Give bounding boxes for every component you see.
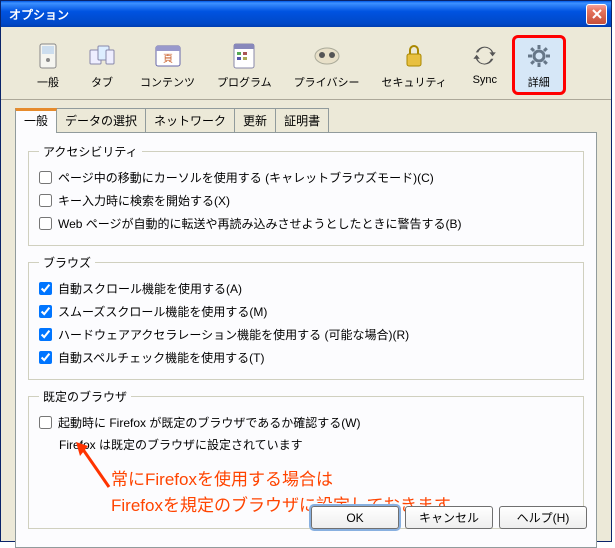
check-label[interactable]: ハードウェアアクセラレーション機能を使用する (可能な場合)(R) [58,326,409,343]
toolbar-label: タブ [91,74,113,90]
titlebar: オプション [1,1,611,27]
toolbar-label: セキュリティ [381,74,446,90]
content-icon: 頁 [152,40,184,72]
cancel-button[interactable]: キャンセル [405,506,493,529]
group-accessibility: アクセシビリティ ページ中の移動にカーソルを使用する (キャレットブラウズモード… [28,143,584,246]
check-smoothscroll[interactable] [39,305,52,318]
check-spellcheck[interactable] [39,351,52,364]
tab-certificates[interactable]: 証明書 [275,108,329,132]
ok-button[interactable]: OK [311,506,399,529]
group-browse: ブラウズ 自動スクロール機能を使用する(A) スムーズスクロール機能を使用する(… [28,254,584,380]
tab-data-choice[interactable]: データの選択 [56,108,146,132]
check-label[interactable]: キー入力時に検索を開始する(X) [58,192,230,209]
help-button[interactable]: ヘルプ(H) [499,506,587,529]
toolbar-label: 一般 [37,74,59,90]
gear-icon [523,40,555,72]
category-toolbar: 一般 タブ 頁 コンテンツ プログラム プライバシー セキュリティ Sync 詳 [1,27,611,100]
tabs-icon [86,40,118,72]
check-type-search[interactable] [39,194,52,207]
check-caret-browse[interactable] [39,171,52,184]
toolbar-tabs[interactable]: タブ [75,35,129,95]
check-label[interactable]: スムーズスクロール機能を使用する(M) [58,303,267,320]
toolbar-label: コンテンツ [140,74,195,90]
check-label[interactable]: 起動時に Firefox が既定のブラウザであるか確認する(W) [58,414,361,431]
check-label[interactable]: Web ページが自動的に転送や再読み込みさせようとしたときに警告する(B) [58,215,462,232]
programs-icon [228,40,260,72]
options-window: オプション 一般 タブ 頁 コンテンツ プログラム プライバシー セキュリティ [0,0,612,542]
default-browser-status: Firefox は既定のブラウザに設定されています [59,434,573,455]
arrow-icon [74,442,114,492]
subtabs: 一般 データの選択 ネットワーク 更新 証明書 [1,100,611,132]
toolbar-label: Sync [473,74,497,86]
dialog-buttons: OK キャンセル ヘルプ(H) [311,506,587,529]
group-legend: ブラウズ [39,254,95,271]
check-autoscroll[interactable] [39,282,52,295]
check-hwaccel[interactable] [39,328,52,341]
window-title: オプション [9,6,586,23]
toolbar-advanced[interactable]: 詳細 [512,35,566,95]
toolbar-label: プライバシー [294,74,360,90]
check-warn-redirect[interactable] [39,217,52,230]
tab-panel-general: アクセシビリティ ページ中の移動にカーソルを使用する (キャレットブラウズモード… [15,132,597,548]
check-default-browser[interactable] [39,416,52,429]
toolbar-privacy[interactable]: プライバシー [283,35,371,95]
close-button[interactable] [586,4,607,25]
toolbar-content[interactable]: 頁 コンテンツ [129,35,206,95]
toolbar-security[interactable]: セキュリティ [370,35,457,95]
annotation-line1: 常にFirefoxを使用する場合は [111,467,573,493]
group-legend: 既定のブラウザ [39,388,131,405]
check-label[interactable]: 自動スクロール機能を使用する(A) [58,280,242,297]
check-label[interactable]: ページ中の移動にカーソルを使用する (キャレットブラウズモード)(C) [58,169,434,186]
general-icon [32,40,64,72]
toolbar-label: 詳細 [528,74,550,90]
tab-network[interactable]: ネットワーク [145,108,235,132]
toolbar-label: プログラム [217,74,272,90]
tab-general[interactable]: 一般 [15,108,57,133]
toolbar-general[interactable]: 一般 [21,35,75,95]
group-legend: アクセシビリティ [39,143,142,160]
sync-icon [469,40,501,72]
toolbar-sync[interactable]: Sync [458,35,512,95]
check-label[interactable]: 自動スペルチェック機能を使用する(T) [58,349,264,366]
tab-update[interactable]: 更新 [234,108,276,132]
svg-text:頁: 頁 [163,53,173,65]
privacy-icon [311,40,343,72]
toolbar-programs[interactable]: プログラム [206,35,283,95]
lock-icon [398,40,430,72]
close-icon [592,9,602,19]
